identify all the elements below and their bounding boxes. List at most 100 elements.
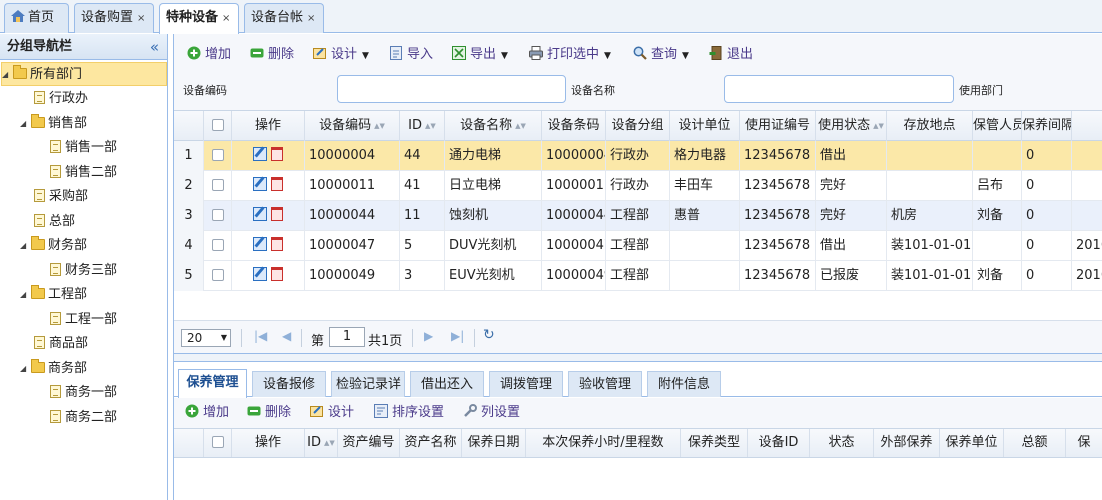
sort-settings-button[interactable]: 排序设置 xyxy=(374,403,444,423)
print-selected-button[interactable]: 打印选中 ▼ xyxy=(529,45,611,65)
delete-button[interactable]: 删除 xyxy=(250,45,294,65)
column-header[interactable]: 保养类型 xyxy=(681,429,748,457)
tree-node-all-departments[interactable]: ◢ 所有部门 xyxy=(1,62,167,86)
tree-node[interactable]: 销售一部 xyxy=(50,136,117,160)
tree-node[interactable]: 财务三部 xyxy=(50,259,117,283)
first-page-icon[interactable]: |◀ xyxy=(254,329,267,343)
column-header[interactable]: 存放地点 xyxy=(887,111,973,141)
detail-add-button[interactable]: 增加 xyxy=(185,403,229,423)
tree-node[interactable]: 总部 xyxy=(34,210,75,234)
prev-page-icon[interactable]: ◀ xyxy=(282,329,291,343)
column-header[interactable]: 设备分组 xyxy=(606,111,670,141)
column-header[interactable]: 资产编号 xyxy=(338,429,400,457)
column-header[interactable]: 保管人员 xyxy=(973,111,1022,141)
dropdown-icon[interactable]: ▼ xyxy=(501,51,508,61)
row-checkbox[interactable] xyxy=(204,231,232,261)
column-header[interactable]: 设备名称 ▲▼ xyxy=(445,111,542,141)
row-checkbox[interactable] xyxy=(204,201,232,231)
tab-special-equipment[interactable]: 特种设备 × xyxy=(159,3,239,34)
tab-equipment-ledger[interactable]: 设备台帐 × xyxy=(244,3,324,33)
table-row[interactable]: 1 10000004 44 通力电梯 10000004 行政办 格力电器 12345678 借出… xyxy=(174,141,1102,171)
tree-node[interactable]: 商务二部 xyxy=(50,406,117,430)
expanded-icon[interactable]: ◢ xyxy=(2,63,13,87)
select-all-checkbox[interactable] xyxy=(204,111,232,141)
table-row[interactable]: 3 10000044 11 蚀刻机 10000044 工程部 惠普 12345678 完好 机房刘… xyxy=(174,201,1102,231)
close-icon[interactable]: × xyxy=(222,13,230,24)
collapse-icon[interactable]: « xyxy=(150,34,159,60)
expanded-icon[interactable]: ◢ xyxy=(20,112,31,136)
edit-icon[interactable] xyxy=(253,207,267,221)
equipment-code-input[interactable] xyxy=(337,75,566,103)
tree-node[interactable]: 商品部 xyxy=(34,332,88,356)
tab-repair[interactable]: 设备报修 xyxy=(252,371,326,397)
tree-node[interactable]: ◢ 商务部 xyxy=(20,357,87,381)
column-header[interactable]: 使用状态 ▲▼ xyxy=(816,111,887,141)
column-header[interactable]: ID ▲▼ xyxy=(400,111,445,141)
tab-attachments[interactable]: 附件信息 xyxy=(647,371,721,397)
select-all-checkbox[interactable] xyxy=(204,429,232,457)
sort-icon[interactable]: ▲▼ xyxy=(425,122,436,130)
tree-node[interactable]: ◢ 工程部 xyxy=(20,283,87,307)
tree-node[interactable]: 销售二部 xyxy=(50,161,117,185)
edit-icon[interactable] xyxy=(253,267,267,281)
exit-button[interactable]: 退出 xyxy=(709,45,753,65)
query-button[interactable]: 查询 ▼ xyxy=(633,45,689,65)
delete-icon[interactable] xyxy=(271,207,283,221)
column-header[interactable]: 设计单位 xyxy=(670,111,740,141)
column-header[interactable]: 操作 xyxy=(232,429,305,457)
tab-equipment-purchase[interactable]: 设备购置 × xyxy=(74,3,154,33)
edit-icon[interactable] xyxy=(253,177,267,191)
tab-acceptance[interactable]: 验收管理 xyxy=(568,371,642,397)
column-header[interactable]: 资产名称 xyxy=(400,429,462,457)
column-header[interactable]: 状态 xyxy=(810,429,874,457)
column-header[interactable]: 保养日期 xyxy=(462,429,526,457)
tab-inspection[interactable]: 检验记录详 xyxy=(331,371,405,397)
design-button[interactable]: 设计 ▼ xyxy=(313,45,369,65)
row-checkbox[interactable] xyxy=(204,171,232,201)
tree-node[interactable]: 采购部 xyxy=(34,185,88,209)
row-checkbox[interactable] xyxy=(204,261,232,291)
column-header[interactable]: ID ▲▼ xyxy=(305,429,338,457)
tree-node[interactable]: 商务一部 xyxy=(50,381,117,405)
column-header[interactable]: 保养单位 xyxy=(940,429,1004,457)
edit-icon[interactable] xyxy=(253,237,267,251)
column-header[interactable]: 使用证编号 xyxy=(740,111,816,141)
column-header[interactable]: 总额 xyxy=(1004,429,1066,457)
row-checkbox[interactable] xyxy=(204,141,232,171)
expanded-icon[interactable]: ◢ xyxy=(20,234,31,258)
table-row[interactable]: 2 10000011 41 日立电梯 10000011 行政办 丰田车 12345678 完好吕… xyxy=(174,171,1102,201)
table-row[interactable]: 5 10000049 3 EUV光刻机 10000049 工程部 12345678 已报废 装1… xyxy=(174,261,1102,291)
expanded-icon[interactable]: ◢ xyxy=(20,357,31,381)
dropdown-icon[interactable]: ▼ xyxy=(604,51,611,61)
close-icon[interactable]: × xyxy=(137,13,145,24)
column-header[interactable]: 设备编码 ▲▼ xyxy=(305,111,400,141)
column-header[interactable]: 操作 xyxy=(232,111,305,141)
delete-icon[interactable] xyxy=(271,267,283,281)
tree-node[interactable]: ◢ 财务部 xyxy=(20,234,87,258)
tab-transfer[interactable]: 调拨管理 xyxy=(489,371,563,397)
column-header[interactable]: 保养间隔 xyxy=(1022,111,1072,141)
sort-icon[interactable]: ▲▼ xyxy=(873,122,884,130)
import-button[interactable]: 导入 xyxy=(389,45,433,65)
splitter[interactable] xyxy=(174,354,1102,362)
close-icon[interactable]: × xyxy=(307,13,315,24)
delete-icon[interactable] xyxy=(271,147,283,161)
refresh-icon[interactable]: ↻ xyxy=(483,327,495,343)
edit-icon[interactable] xyxy=(253,147,267,161)
tab-home[interactable]: 首页 xyxy=(4,3,69,33)
column-settings-button[interactable]: 列设置 xyxy=(463,403,520,423)
last-page-icon[interactable]: ▶| xyxy=(451,329,464,343)
tree-node[interactable]: ◢ 销售部 xyxy=(20,112,87,136)
delete-icon[interactable] xyxy=(271,177,283,191)
column-header[interactable]: 本次保养小时/里程数 xyxy=(526,429,681,457)
dropdown-icon[interactable]: ▼ xyxy=(362,51,369,61)
equipment-name-input[interactable] xyxy=(724,75,954,103)
export-button[interactable]: 导出 ▼ xyxy=(452,45,508,65)
dropdown-icon[interactable]: ▼ xyxy=(682,51,689,61)
tree-node[interactable]: 工程一部 xyxy=(50,308,117,332)
column-header[interactable]: 保 xyxy=(1066,429,1102,457)
next-page-icon[interactable]: ▶ xyxy=(424,329,433,343)
detail-delete-button[interactable]: 删除 xyxy=(247,403,291,423)
delete-icon[interactable] xyxy=(271,237,283,251)
add-button[interactable]: 增加 xyxy=(187,45,231,65)
